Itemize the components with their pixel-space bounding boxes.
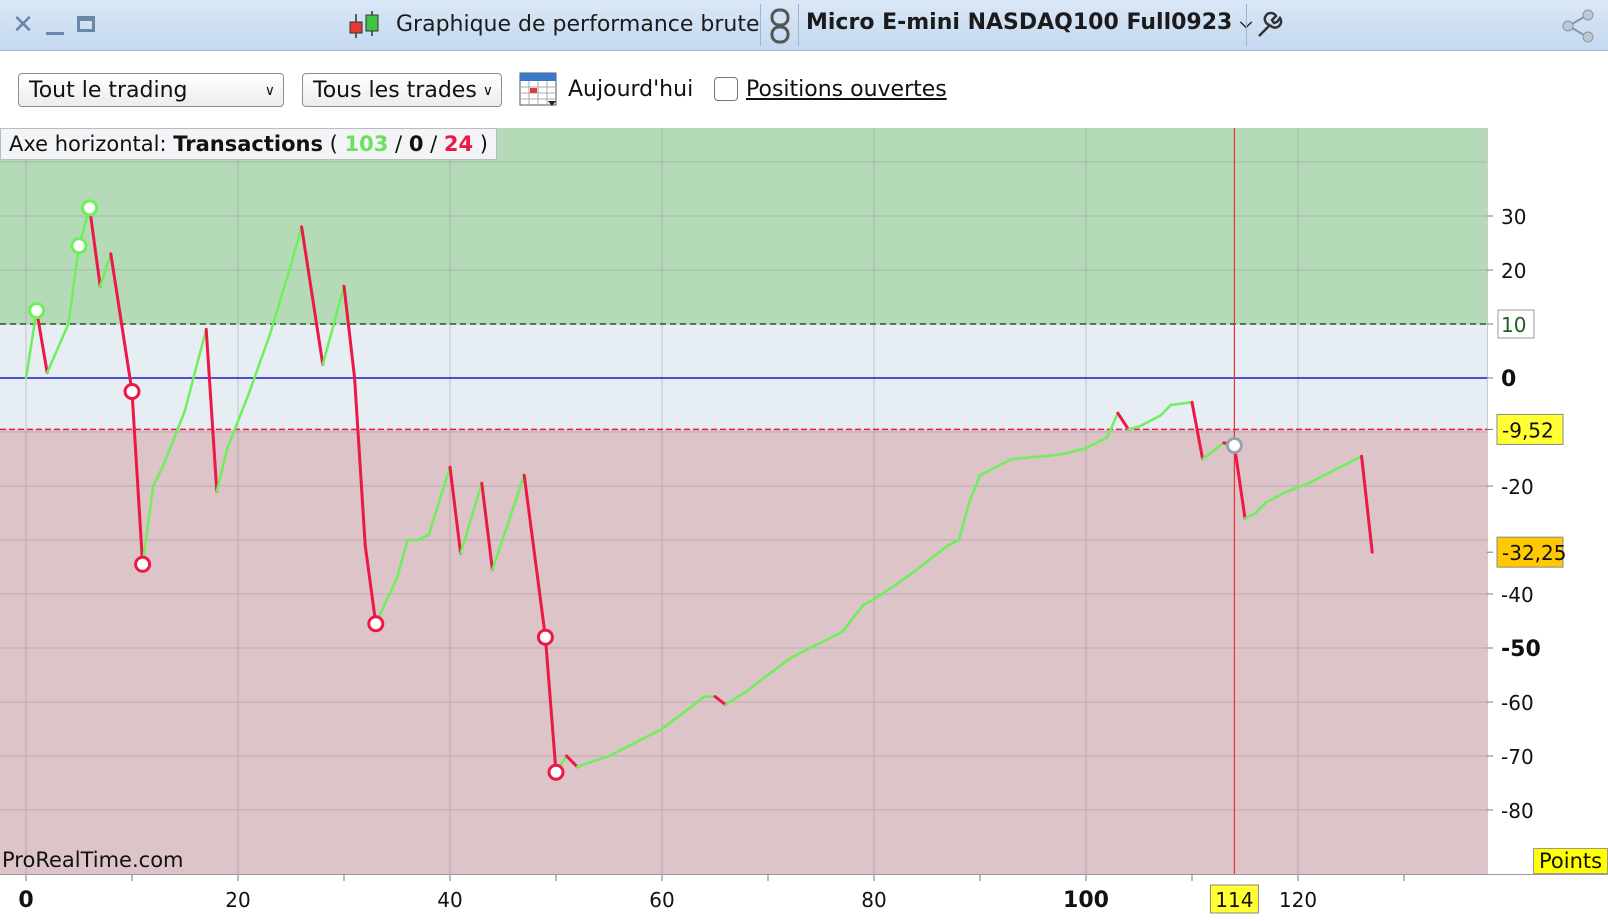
neutral-zone — [0, 324, 1487, 430]
y-tick-label: -70 — [1501, 745, 1534, 769]
y-axis[interactable]: 30 20 10 0 -9,52 -20 -32,25 -40 -50 -60 -70 -80 — [1486, 128, 1608, 874]
x-axis[interactable]: 0 20 40 60 80 100 120 114 — [0, 874, 1608, 917]
lower-threshold-label: -9,52 — [1502, 418, 1554, 442]
chevron-down-icon: ∨ — [482, 83, 493, 99]
x-tick-label: 80 — [861, 888, 886, 912]
winning-trades-count: 103 — [344, 132, 389, 156]
axis-info-prefix: Axe horizontal: — [9, 132, 167, 156]
equity-low-marker — [367, 615, 385, 633]
window-title: Graphique de performance brute — [396, 12, 760, 37]
horizontal-axis-info: Axe horizontal: Transactions ( 103 / 0 /… — [0, 128, 497, 160]
equity-high-marker — [70, 237, 88, 255]
calendar-icon[interactable] — [518, 69, 560, 109]
trading-scope-value: Tout le trading — [29, 78, 188, 103]
instrument-name: Micro E-mini NASDAQ100 Full0923 — [806, 10, 1233, 35]
open-positions-label[interactable]: Positions ouvertes — [746, 73, 947, 107]
losing-trades-count: 24 — [443, 132, 474, 156]
trading-scope-select[interactable]: Tout le trading ∨ — [18, 73, 284, 107]
equity-chart-svg — [0, 128, 1487, 874]
equity-low-marker — [547, 763, 565, 781]
maximize-icon[interactable] — [70, 8, 104, 42]
equity-low-marker — [123, 383, 141, 400]
cursor-x-label: 114 — [1215, 888, 1253, 912]
trades-filter-select[interactable]: Tous les trades ∨ — [302, 73, 502, 107]
trades-filter-value: Tous les trades — [313, 78, 477, 103]
x-tick-label: 100 — [1063, 888, 1109, 913]
wrench-icon[interactable] — [1255, 10, 1285, 40]
units-label: Points — [1533, 848, 1608, 874]
date-label[interactable]: Aujourd'hui — [568, 73, 693, 107]
equity-chart[interactable] — [0, 128, 1487, 874]
axis-info-name: Transactions — [173, 132, 323, 156]
loss-zone — [0, 429, 1487, 874]
equity-low-marker — [536, 628, 554, 646]
equity-high-marker — [28, 302, 46, 319]
share-icon[interactable] — [1560, 8, 1600, 44]
equity-high-marker — [81, 199, 99, 217]
cursor-marker — [1225, 437, 1243, 454]
x-tick-label: 0 — [18, 888, 33, 913]
chart-toolbar: Tout le trading ∨ Tous les trades ∨ Aujo… — [0, 51, 1608, 127]
minimize-icon[interactable] — [38, 8, 72, 42]
y-tick-label: 20 — [1501, 259, 1526, 283]
title-bar: ✕ Graphique de performance brute Micro E… — [0, 0, 1608, 51]
equity-low-marker — [134, 555, 152, 573]
y-tick-label: -20 — [1501, 475, 1534, 499]
x-tick-label: 40 — [437, 888, 462, 912]
x-tick-label: 120 — [1279, 888, 1317, 912]
chevron-down-icon: ∨ — [264, 83, 275, 99]
neutral-trades-count: 0 — [408, 132, 424, 156]
y-tick-label: -60 — [1501, 691, 1534, 715]
x-tick-label: 60 — [649, 888, 674, 912]
y-axis-svg: 30 20 10 0 -9,52 -20 -32,25 -40 -50 -60 -70 -80 — [1486, 128, 1566, 874]
y-tick-label: -80 — [1501, 799, 1534, 823]
y-tick-label: -40 — [1501, 583, 1534, 607]
y-tick-label: -50 — [1501, 637, 1541, 662]
open-positions-checkbox[interactable] — [714, 77, 738, 101]
link-icon[interactable] — [768, 8, 792, 44]
close-icon[interactable]: ✕ — [6, 8, 40, 42]
candlestick-icon — [348, 10, 380, 40]
x-axis-svg: 0 20 40 60 80 100 120 114 — [18, 875, 1405, 914]
instrument-selector[interactable]: Micro E-mini NASDAQ100 Full0923 ⌵ — [806, 10, 1252, 35]
y-tick-label: 0 — [1501, 367, 1516, 392]
watermark: ProRealTime.com — [2, 848, 184, 872]
x-tick-label: 20 — [225, 888, 250, 912]
last-value-label: -32,25 — [1502, 541, 1566, 565]
upper-threshold-label: 10 — [1501, 313, 1526, 337]
y-tick-label: 30 — [1501, 205, 1526, 229]
